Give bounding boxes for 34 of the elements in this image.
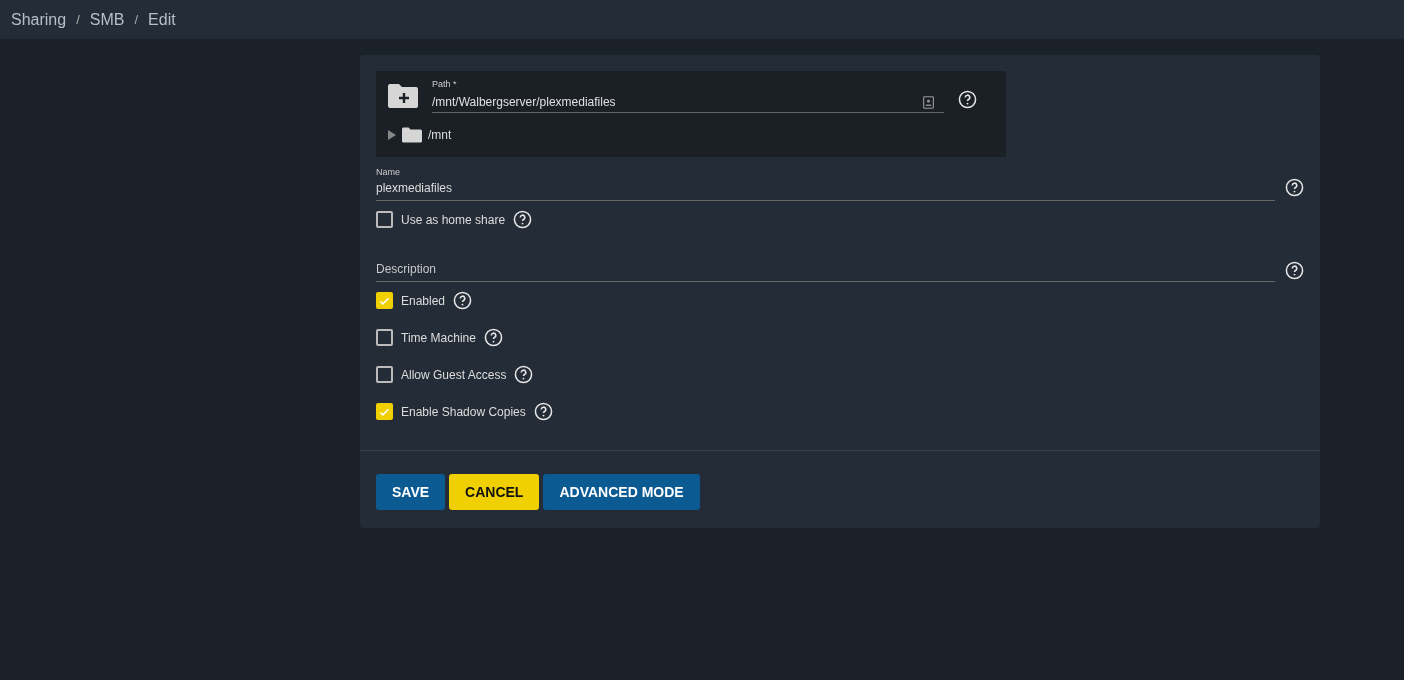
caret-icon[interactable] [388,130,396,140]
checkbox[interactable] [376,329,393,346]
checkbox-label: Enable Shadow Copies [401,404,526,419]
name-field[interactable]: Name plexmediafiles [376,167,1275,201]
action-button[interactable]: ADVANCED MODE [543,474,700,510]
help-icon[interactable] [513,210,533,229]
breadcrumb-link[interactable]: SMB [89,10,125,29]
help-icon[interactable] [1285,177,1304,197]
description-field[interactable]: Description [376,252,1275,282]
folder-icon [402,127,422,143]
checkbox-label: Time Machine [401,330,476,345]
help-icon[interactable] [453,291,473,310]
help-icon[interactable] [958,89,977,109]
breadcrumb-separator: / [134,12,139,27]
checkbox[interactable] [376,366,393,383]
help-icon[interactable] [483,328,503,347]
action-button[interactable]: CANCEL [449,474,540,510]
checkbox-label: Use as home share [401,212,506,227]
checkbox[interactable] [376,211,393,228]
checkbox-label: Enabled [401,293,446,308]
folder-plus-icon[interactable] [388,83,418,109]
path-field[interactable]: Path * /mnt/Walbergserver/plexmediafiles [432,79,944,113]
tree-node[interactable]: /mnt [388,127,994,143]
checkbox[interactable] [376,403,393,420]
help-icon[interactable] [1285,260,1304,280]
action-button[interactable]: SAVE [376,474,446,510]
checkbox-label: Allow Guest Access [401,367,507,382]
breadcrumb-link[interactable]: Sharing [11,10,67,29]
help-icon[interactable] [514,365,534,384]
contact-card-icon[interactable] [923,95,934,109]
breadcrumb-separator: / [76,12,80,27]
help-icon[interactable] [533,402,553,421]
checkbox[interactable] [376,292,393,309]
breadcrumb-link[interactable]: Edit [148,10,176,29]
